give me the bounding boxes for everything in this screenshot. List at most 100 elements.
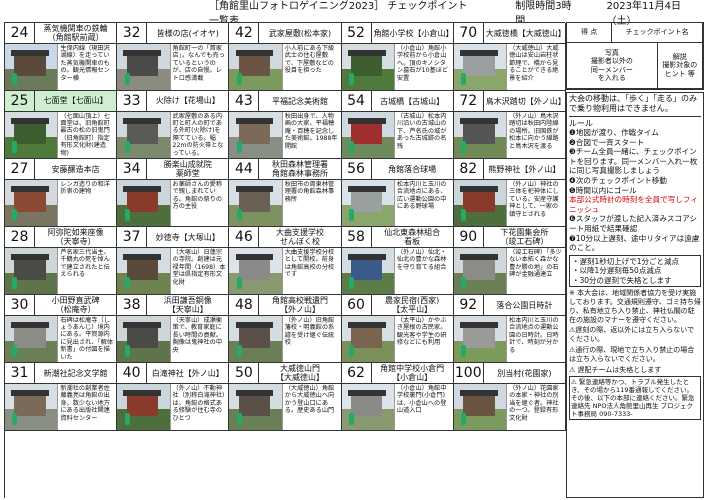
checkpoint-description: 秋田出身で、人物画の大家、平福穂庵・百穂を記念した美術館。1988年開館 [284, 113, 338, 150]
checkpoint-body: （外ノ山）花園家の本家・神社の別当を継ぐ者。神社の一つ。登録有形文化財 [453, 384, 565, 430]
checkpoint-photo [341, 316, 395, 362]
checkpoint-cell: 46 大曲支援学校 せんぼく校 大曲支援学校分校として開校。前身は角館高校の分校です [229, 227, 342, 295]
checkpoint-name: 浜田謙吾銅像 【天寧山】 [163, 296, 212, 314]
page-header: ［角館里山フォトロゲイニング2023］ チェックポイント一覧表 制限時間3時間 … [4, 1, 703, 27]
checkpoint-body: （外ノ山）仙北・仙北の豊かな森林を守り育てる組合 [341, 248, 453, 294]
checkpoint-photo [229, 112, 283, 158]
checkpoint-photo [341, 112, 395, 158]
checkpoint-header: 44 秋田森林管理署 角館森林事務所 [229, 159, 341, 180]
checkpoint-name: 秋田森林管理署 角館森林事務所 [271, 160, 328, 178]
team-member-figure [12, 277, 18, 290]
checkpoint-body: 角館町一の「首家店」。なんでも売っているというのが、店の自慢。レトロ感満載 [117, 44, 228, 90]
checkpoint-description: 芦名家三代当主、千鶴丸の死を悼んで建立されたと伝えられる [60, 249, 110, 279]
checkpoint-cell: 44 秋田森林管理署 角館森林事務所 秋田市の周東林管理署の角館森林事務所 [229, 159, 342, 227]
checkpoint-description: 石碑は松庵寺（しょうあんじ）境内にある。平賀源内に見出され、「解体新書」の付図を… [60, 316, 114, 361]
checkpoint-photo [341, 180, 395, 226]
checkpoint-body: 新潮社の創業者佐藤義亮は角館の出身。数少ない地方にある出版社関連資料センター [5, 384, 116, 430]
checkpoint-header: 50 大威徳山門 【大威徳山】 [229, 363, 341, 384]
team-member-figure [348, 73, 354, 86]
checkpoint-body: （天寧山）成瀬衡策で、教育家庭に長い時間の貢献。胸像は鬼神社の中央 [117, 316, 228, 362]
checkpoint-name: 勝楽山成就院 薬師堂 [163, 160, 212, 178]
checkpoint-body: （小倉山）角館中学校裏門(小倉門)は、小倉山への登山道入口 [341, 384, 453, 430]
checkpoint-name: 鳥木沢踏切【外ノ山】 [485, 96, 566, 106]
checkpoint-name: 落合公園日時計 [496, 300, 553, 310]
checkpoint-description: 新潮社の創業者佐藤義亮は角館の出身。数少ない地方にある出版社関連資料センター [60, 385, 110, 422]
checkpoint-name: 新潮社記念文学館 [43, 368, 108, 378]
team-member-figure [12, 73, 18, 86]
checkpoint-body: 秋田出身で、人物画の大家、平福穂庵・百穂を記念した美術館。1988年開館 [229, 112, 340, 158]
checkpoint-name: 小田野直武碑 （松庵寺） [51, 295, 100, 314]
checkpoint-header: 25 七面堂【七面山】 [5, 91, 117, 112]
checkpoint-cell: 37 妙徳寺【大塚山】 （大塚山）日蓮宗の寺院。創建は元禄年間（1698）本堂は県指… [117, 227, 230, 295]
checkpoint-points: 40 [117, 363, 148, 383]
checkpoint-description: （大塚山）日蓮宗の寺院。創建は元禄年間（1698）本堂は県指定有形文化財 [172, 249, 226, 286]
checkpoint-cell: 28 阿弥陀如来座像 （天寧寺） 芦名家三代当主、千鶴丸の死を悼んで建立されたと伝え… [5, 227, 118, 295]
checkpoint-photo [117, 44, 171, 90]
rule-item: ❺時間以内にゴール [569, 185, 637, 195]
checkpoint-points: 72 [454, 91, 484, 111]
checkpoint-header: 48 角館高校戦遺門 【外ノ山】 [229, 295, 341, 316]
checkpoint-photo [453, 44, 508, 90]
rule-item: ❸チーム全員一緒に、チェックポイントを回ります。同一メンバー入れ一枚に同じ写真撮… [569, 147, 698, 176]
legend-explain: 解説 撮影対象の ヒント 等 [657, 43, 703, 89]
checkpoint-cell: 82 熊野神社【外ノ山】 （外ノ山）神社の三体を祀神体にしている。安産守護神として、… [453, 159, 566, 227]
rules-intro: 大会の移動は、「歩く」「走る」のみで乗り物利用はできません。 [569, 94, 701, 117]
rule-item: ❶地図が渡り、作戦タイム [569, 128, 659, 137]
checkpoint-description: レンガ造りの和洋折衷の建物 [60, 181, 110, 196]
checkpoint-header: 54 古城橋【古城山】 [341, 91, 453, 112]
rules-panel: 大会の移動は、「歩く」「走る」のみで乗り物利用はできません。 ルール ❶地図が渡… [566, 92, 704, 498]
emergency-contact: ⚠ 緊急連絡等かつ、トラブル発生したとき、その場から119番通報してください。そ… [569, 376, 701, 421]
checkpoint-description: 松本内川と玉川の合流地点の運動公園の日時計。日時計で、時刻が分かる [509, 317, 559, 354]
checkpoint-description: （大威徳山）大威徳山は安山岩柱状節理で、橋から見ることができる絶景を紹介 [509, 45, 559, 82]
checkpoint-body: レンガ造りの和洋折衷の建物 [5, 180, 116, 226]
checkpoint-description: （外ノ山）神社の三体を祀神体にしている。安産守護神として、一家の鎮守とされる [509, 181, 559, 218]
team-member-figure [461, 277, 467, 290]
checkpoint-points: 30 [5, 295, 35, 315]
checkpoint-photo [5, 44, 59, 90]
checkpoint-points: 37 [117, 227, 148, 247]
checkpoint-body: 大曲支援学校分校として開校。前身は角館高校の分校です [229, 248, 340, 294]
checkpoint-name: 火除け【花場山】 [155, 96, 220, 106]
checkpoint-header: 60 農家民宿(西家) 【太平山】 [341, 295, 453, 316]
rule-item: ❻スタッフが渡した記入済みスコアシート用紙で結果確認 [569, 214, 698, 233]
checkpoint-header: 38 浜田謙吾銅像 【天寧山】 [117, 295, 229, 316]
checkpoint-body: （七面山頂上）七面堂は、旧角館町最古の松の旧鬼門（旧角館町）指定有形文化財(建造… [5, 111, 116, 158]
rules-note-4: ⚠ 遅配チームは失格とします [569, 365, 662, 374]
checkpoint-description: 角館町一の「首家店」。なんでも売っているというのが、店の自慢。レトロ感満載 [172, 45, 225, 82]
checkpoint-photo [229, 180, 283, 226]
checkpoint-photo [117, 384, 171, 430]
checkpoint-cell: 56 角館落合球場 松本内川と玉川の合流地点にある、広い運動公園の中にある野球場 [341, 159, 454, 227]
checkpoint-body: 松本内川と玉川の合流地点の運動公園の日時計。日時計で、時刻が分かる [453, 316, 565, 362]
team-member-figure [461, 141, 467, 154]
rule-item: ❷合図で一斉スタート [569, 137, 645, 147]
checkpoint-cell: 33 火除け【花場山】 武家屋敷のある内町と町人の町である外町(火除け)を隔てている… [117, 91, 230, 159]
checkpoint-header: 28 阿弥陀如来座像 （天寧寺） [5, 227, 117, 248]
checkpoint-name: 下花園集会所 （竣工石碑） [500, 228, 549, 246]
team-member-figure [461, 73, 467, 86]
checkpoint-body: 武家屋敷のある内町と町人の町である外町(火除け)を隔てている。幅22mの防火帯と… [117, 111, 228, 158]
checkpoint-body: （大威徳山）角館から大威徳山へ向かう登山口にある。歴史ある山門 [229, 384, 340, 430]
checkpoint-points: 25 [5, 91, 35, 111]
checkpoint-cell: 25 七面堂【七面山】 （七面山頂上）七面堂は、旧角館町最古の松の旧鬼門（旧角館町）… [5, 91, 118, 159]
team-member-figure [12, 413, 18, 426]
checkpoint-description: （外ノ山）仙北・仙北の豊かな森林を守り育てる組合 [396, 249, 447, 271]
checkpoint-photo [341, 248, 395, 294]
checkpoint-cell: 42 武家屋敷(松本家) 小人前にある下級武士の住む屋敷で、下屋敷などの役目を担った [229, 23, 342, 91]
checkpoint-description: （小倉山）角館中学校裏門(小倉門)は、小倉山への登山道入口 [396, 385, 447, 415]
checkpoint-points: 32 [117, 23, 148, 43]
checkpoint-points: 92 [454, 295, 484, 315]
team-member-figure [124, 141, 130, 154]
checkpoint-photo [453, 112, 508, 158]
team-member-figure [12, 345, 18, 358]
checkpoint-name: 阿弥陀如来座像 （天寧寺） [47, 228, 104, 246]
checkpoint-body: （大威徳山）大威徳山は安山岩柱状節理で、橋から見ることができる絶景を紹介 [453, 44, 565, 90]
checkpoint-cell: 58 仙北東森林組合 看板 （外ノ山）仙北・仙北の豊かな森林を守り育てる組合 [341, 227, 454, 295]
team-member-figure [348, 141, 354, 154]
checkpoint-header: 70 大威徳橋【大威徳山】 [453, 23, 565, 44]
checkpoint-photo [229, 384, 283, 430]
checkpoint-header: 31 新潮社記念文学館 [5, 363, 117, 384]
team-member-figure [236, 413, 242, 426]
checkpoint-body: （外ノ山）旧角館藩校・明義館の系譜を受け継ぐ伝統校 [229, 316, 340, 362]
team-member-figure [236, 73, 242, 86]
checkpoint-points: 46 [229, 227, 260, 247]
